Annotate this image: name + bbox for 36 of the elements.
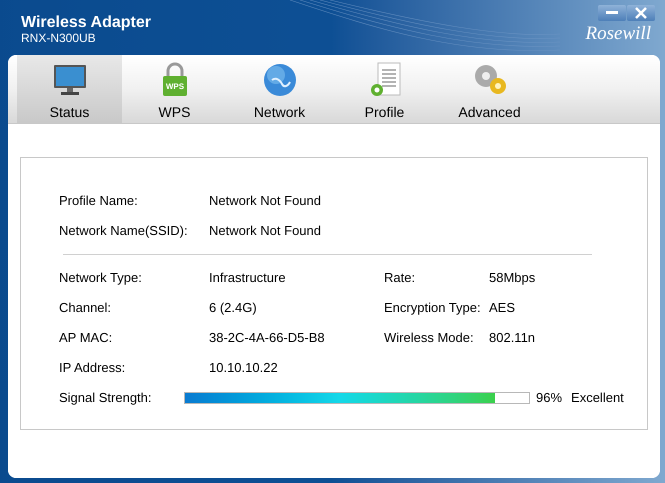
- globe-icon: [262, 62, 298, 98]
- field-label: AP MAC:: [59, 329, 114, 348]
- field-label: Network Name(SSID):: [59, 222, 189, 240]
- toolbar-tab[interactable]: Status: [17, 55, 122, 123]
- field-value: 6 (2.4G): [209, 299, 258, 318]
- field-value: 58Mbps: [489, 269, 536, 288]
- field-label: Network Type:: [59, 269, 143, 288]
- lock-label: WPS: [165, 82, 184, 91]
- field-label: Profile Name:: [59, 192, 139, 210]
- minimize-icon: [606, 11, 618, 15]
- field-value: Network Not Found: [209, 222, 321, 240]
- toolbar-tab[interactable]: WPS WPS: [122, 55, 227, 123]
- brand-logo: Rosewill: [586, 22, 651, 46]
- field-value: 10.10.10.22: [209, 359, 279, 378]
- monitor-icon: [52, 62, 88, 98]
- field-value: 802.11n: [489, 329, 536, 348]
- field-label: Channel:: [59, 299, 112, 318]
- field-value: Infrastructure: [209, 269, 287, 288]
- field-label: IP Address:: [59, 359, 126, 378]
- close-button[interactable]: [627, 5, 655, 21]
- toolbar-tab[interactable]: Advanced: [437, 55, 542, 123]
- field-label: Wireless Mode:: [384, 329, 475, 348]
- signal-percent: 96%: [536, 389, 562, 408]
- close-icon: [635, 7, 647, 19]
- field-label: Signal Strength:: [59, 389, 153, 408]
- model-name: RNX-N300UB: [21, 32, 97, 45]
- field-label: Encryption Type:: [384, 299, 482, 318]
- field-value: Network Not Found: [209, 192, 321, 210]
- window-title: Wireless Adapter: [21, 13, 151, 32]
- field-value: AES: [489, 299, 516, 318]
- field-value: 38-2C-4A-66-D5-B8: [209, 329, 326, 348]
- field-label: Rate:: [384, 269, 416, 288]
- signal-quality: Excellent: [571, 389, 624, 408]
- toolbar-tab[interactable]: Network: [227, 55, 332, 123]
- toolbar-tab[interactable]: Profile: [332, 55, 437, 123]
- minimize-button[interactable]: [598, 5, 626, 21]
